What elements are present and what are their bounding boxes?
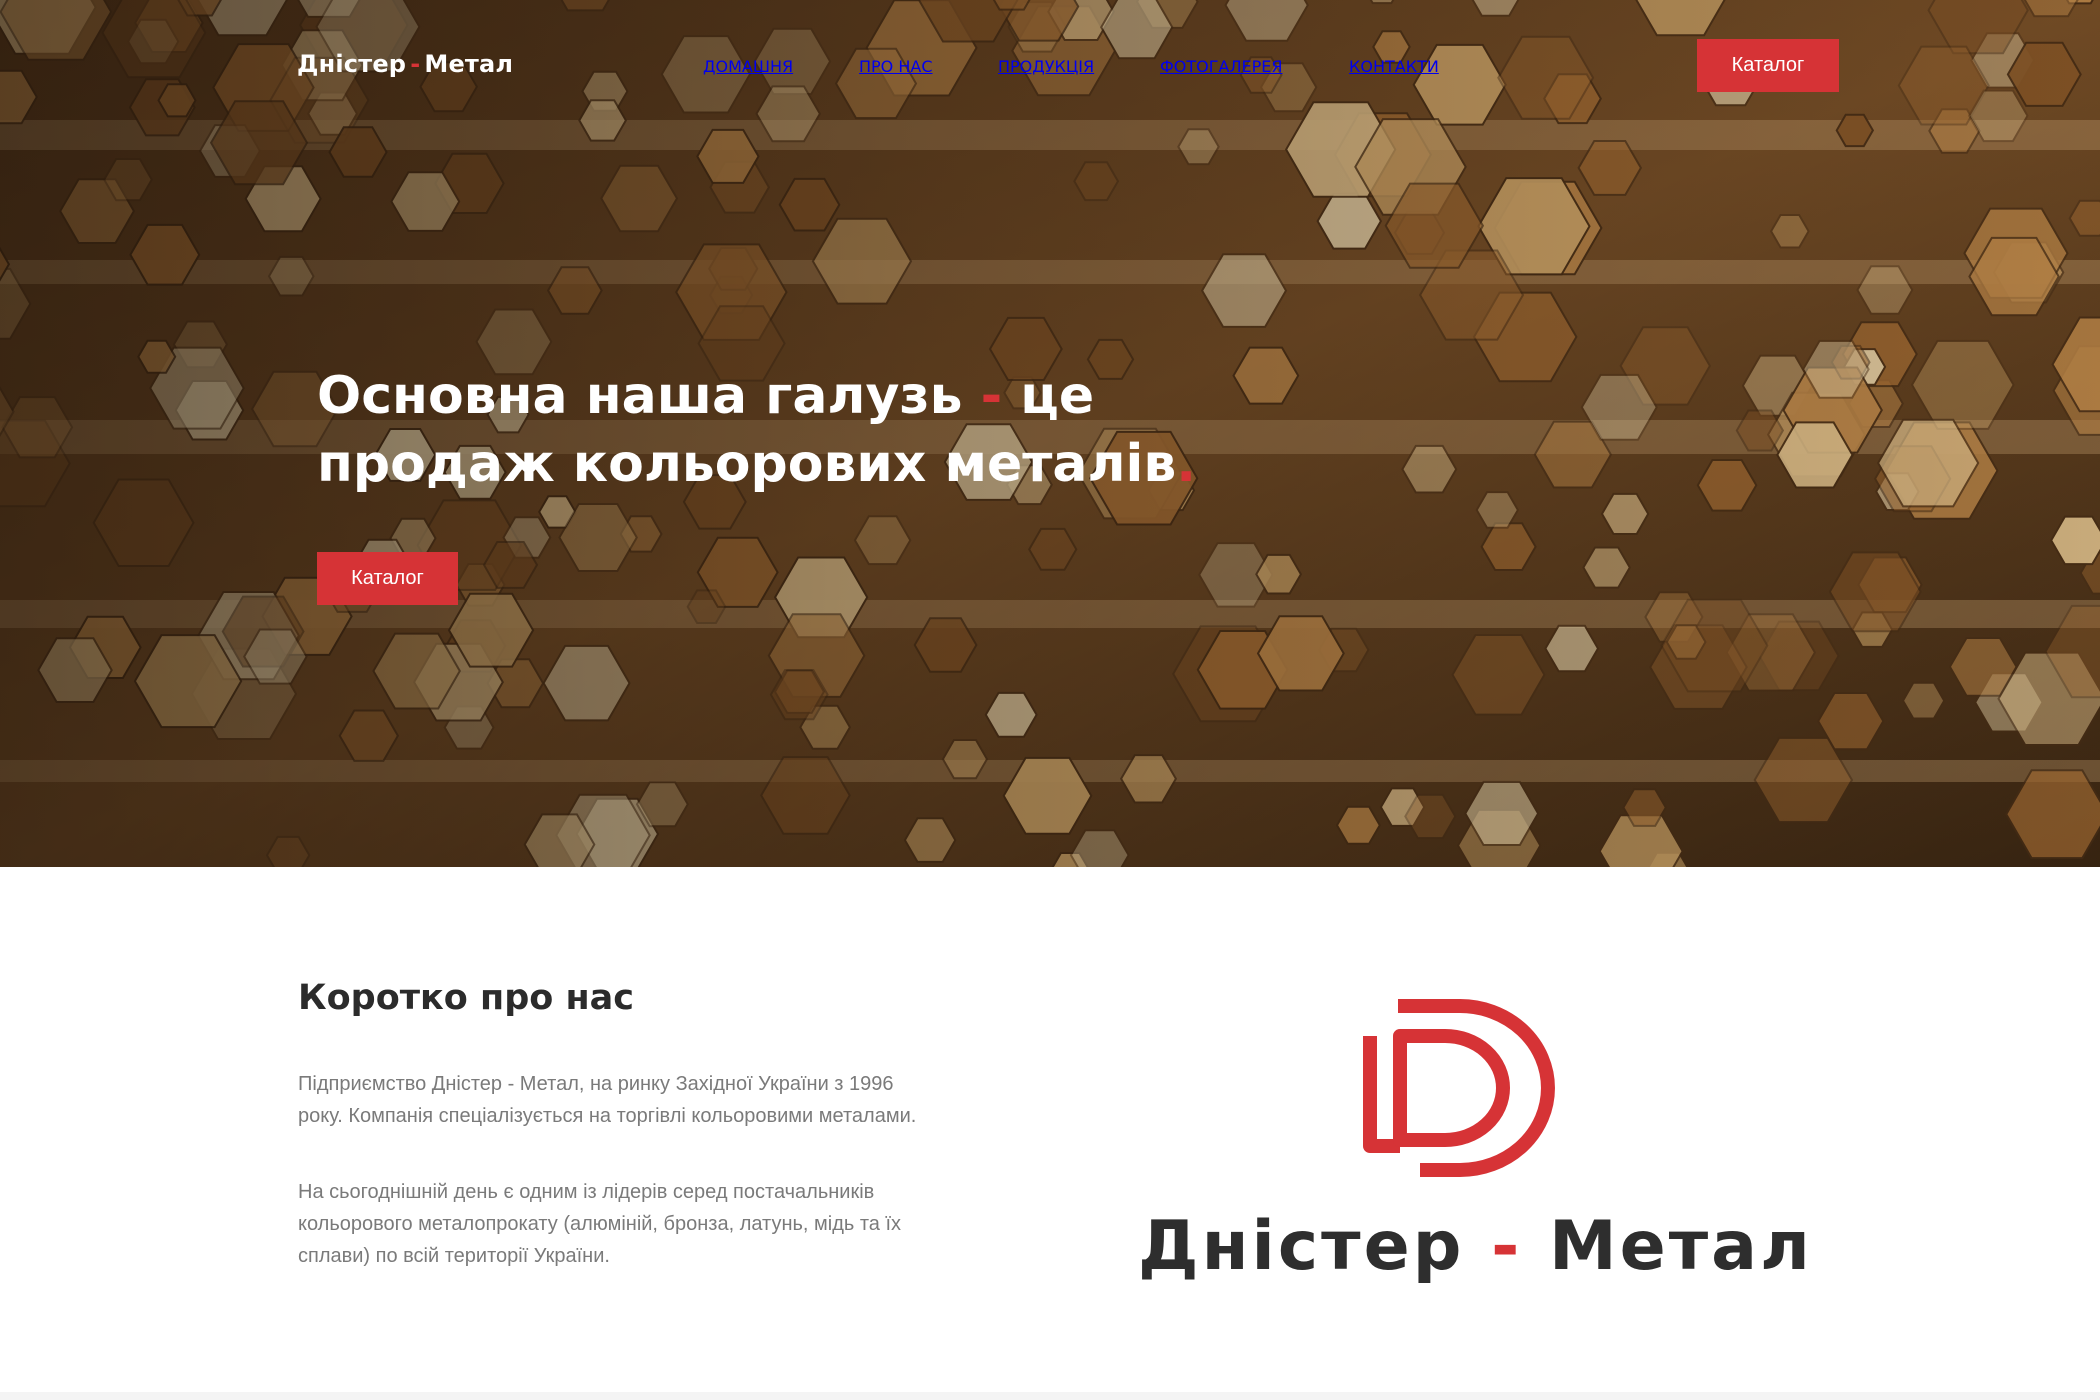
brand-name-part1: Дністер (297, 50, 407, 78)
company-logo-icon (1363, 999, 1555, 1177)
header-catalog-button[interactable]: Каталог (1697, 39, 1839, 92)
hero-heading-line2: продаж кольорових металів (317, 434, 1177, 494)
about-paragraph-2: На сьогоднішній день є одним із лідерів … (298, 1181, 902, 1267)
logo-text-part2: Метал (1548, 1207, 1813, 1286)
logo-text-part1: Дністер (1138, 1207, 1465, 1286)
company-logo-wordmark: Дністер - Метал (1138, 1207, 1810, 1286)
nav-link-products[interactable]: ПРОДУКЦІЯ (998, 57, 1094, 76)
about-title: Коротко про нас (298, 978, 635, 1018)
hero-section: Дністер - Метал ДОМАШНЯ ПРО НАС ПРОДУКЦІЯ … (0, 0, 2100, 867)
hero-heading-dash: - (980, 366, 1003, 426)
hero-catalog-button[interactable]: Каталог (317, 552, 458, 605)
nav-link-home[interactable]: ДОМАШНЯ (703, 57, 793, 76)
brand-dash: - (410, 50, 421, 78)
hero-heading-part2: це (1020, 366, 1095, 426)
nav-link-contacts[interactable]: КОНТАКТИ (1349, 57, 1439, 76)
brand-name-part2: Метал (424, 50, 514, 78)
hero-heading-dot: . (1176, 434, 1197, 494)
about-paragraph-1: Підприємство Дністер - Метал, на ринку З… (298, 1073, 917, 1127)
header-brand-logo[interactable]: Дністер - Метал (297, 50, 513, 78)
nav-link-about[interactable]: ПРО НАС (859, 57, 933, 76)
nav-link-gallery[interactable]: ФОТОГАЛЕРЕЯ (1160, 57, 1282, 76)
bottom-divider (0, 1392, 2100, 1400)
hero-heading: Основна наша галузь - це продаж кольоров… (317, 362, 1317, 498)
logo-text-dash: - (1491, 1207, 1523, 1286)
hero-heading-part1: Основна наша галузь (317, 366, 963, 426)
